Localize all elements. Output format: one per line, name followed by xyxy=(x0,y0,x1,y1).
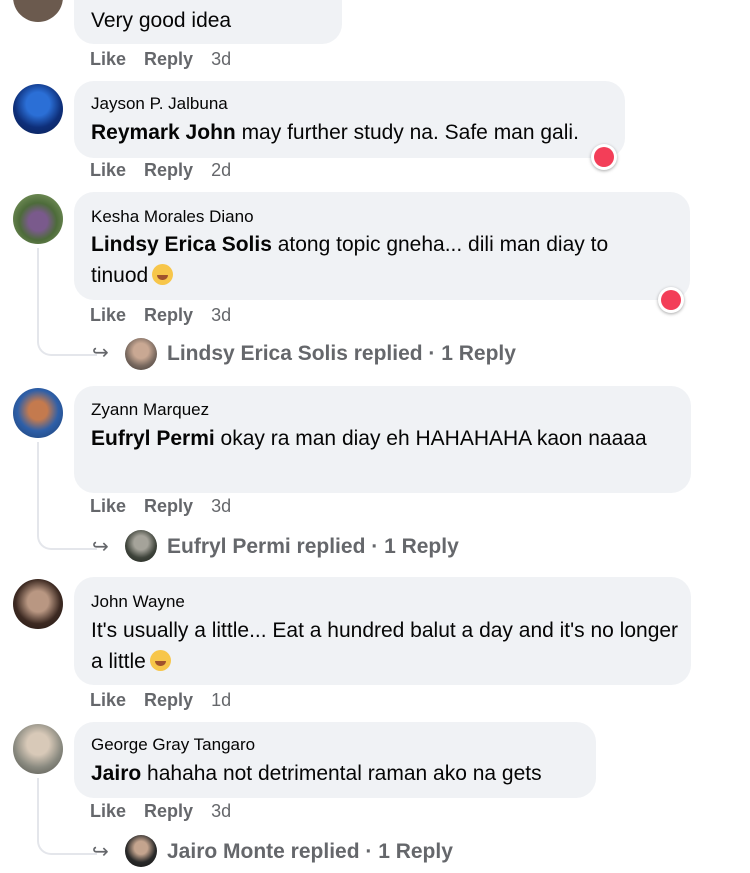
comment-actions: Like Reply 2d xyxy=(90,160,249,181)
comment-text: Lindsy Erica Solis atong topic gneha... … xyxy=(91,229,671,291)
reply-button[interactable]: Reply xyxy=(144,160,193,180)
comment-author[interactable]: John Wayne xyxy=(91,592,185,612)
timestamp[interactable]: 3d xyxy=(211,801,231,821)
laughing-emoji-icon xyxy=(149,650,171,671)
heart-reaction-icon[interactable] xyxy=(591,144,617,170)
reply-button[interactable]: Reply xyxy=(144,690,193,710)
avatar[interactable] xyxy=(13,388,63,438)
comment-body: hahaha not detrimental raman ako na gets xyxy=(141,762,542,785)
like-button[interactable]: Like xyxy=(90,690,126,710)
timestamp[interactable]: 3d xyxy=(211,496,231,516)
mention-link[interactable]: Lindsy Erica Solis xyxy=(91,233,272,256)
comment-author[interactable]: Jayson P. Jalbuna xyxy=(91,94,228,114)
like-button[interactable]: Like xyxy=(90,49,126,69)
timestamp[interactable]: 3d xyxy=(211,49,231,69)
avatar[interactable] xyxy=(125,338,157,370)
comment-actions: Like Reply 3d xyxy=(90,49,249,70)
avatar[interactable] xyxy=(125,835,157,867)
like-button[interactable]: Like xyxy=(90,801,126,821)
reply-button[interactable]: Reply xyxy=(144,49,193,69)
avatar[interactable] xyxy=(13,0,63,22)
reply-arrow-icon: ↪ xyxy=(92,841,109,863)
comment-text: Very good idea xyxy=(91,9,232,32)
reply-button[interactable]: Reply xyxy=(144,305,193,325)
timestamp[interactable]: 1d xyxy=(211,690,231,710)
comment-actions: Like Reply 1d xyxy=(90,690,249,711)
comment-author[interactable]: Kesha Morales Diano xyxy=(91,207,254,227)
comment-actions: Like Reply 3d xyxy=(90,305,249,326)
comment-author[interactable]: George Gray Tangaro xyxy=(91,735,255,755)
avatar[interactable] xyxy=(13,84,63,134)
comment-body: may further study na. Safe man gali. xyxy=(235,121,579,144)
avatar[interactable] xyxy=(125,530,157,562)
like-button[interactable]: Like xyxy=(90,305,126,325)
avatar[interactable] xyxy=(13,724,63,774)
laughing-emoji-icon xyxy=(152,264,174,285)
view-replies-link[interactable]: Jairo Monte replied · 1 Reply xyxy=(167,840,453,864)
comment-author[interactable]: Zyann Marquez xyxy=(91,400,209,420)
comment-actions: Like Reply 3d xyxy=(90,496,249,517)
reply-button[interactable]: Reply xyxy=(144,801,193,821)
comment-body: okay ra man diay eh HAHAHAHA kaon naaaa xyxy=(214,427,647,450)
mention-link[interactable]: Reymark John xyxy=(91,121,236,144)
comment-text: It's usually a little... Eat a hundred b… xyxy=(91,615,681,677)
avatar[interactable] xyxy=(13,579,63,629)
mention-link[interactable]: Eufryl Permi xyxy=(91,427,215,450)
comment-text: Reymark John may further study na. Safe … xyxy=(91,117,579,148)
like-button[interactable]: Like xyxy=(90,160,126,180)
reply-arrow-icon: ↪ xyxy=(92,342,109,364)
view-replies-link[interactable]: Eufryl Permi replied · 1 Reply xyxy=(167,535,459,559)
view-replies-link[interactable]: Lindsy Erica Solis replied · 1 Reply xyxy=(167,342,516,366)
comment-actions: Like Reply 3d xyxy=(90,801,249,822)
heart-reaction-icon[interactable] xyxy=(658,287,684,313)
timestamp[interactable]: 3d xyxy=(211,305,231,325)
reply-button[interactable]: Reply xyxy=(144,496,193,516)
comment-text: Eufryl Permi okay ra man diay eh HAHAHAH… xyxy=(91,423,651,454)
reply-arrow-icon: ↪ xyxy=(92,536,109,558)
like-button[interactable]: Like xyxy=(90,496,126,516)
comment-body: It's usually a little... Eat a hundred b… xyxy=(91,619,679,673)
timestamp[interactable]: 2d xyxy=(211,160,231,180)
avatar[interactable] xyxy=(13,194,63,244)
mention-link[interactable]: Jairo xyxy=(91,762,141,785)
comment-text: Jairo hahaha not detrimental raman ako n… xyxy=(91,758,542,789)
